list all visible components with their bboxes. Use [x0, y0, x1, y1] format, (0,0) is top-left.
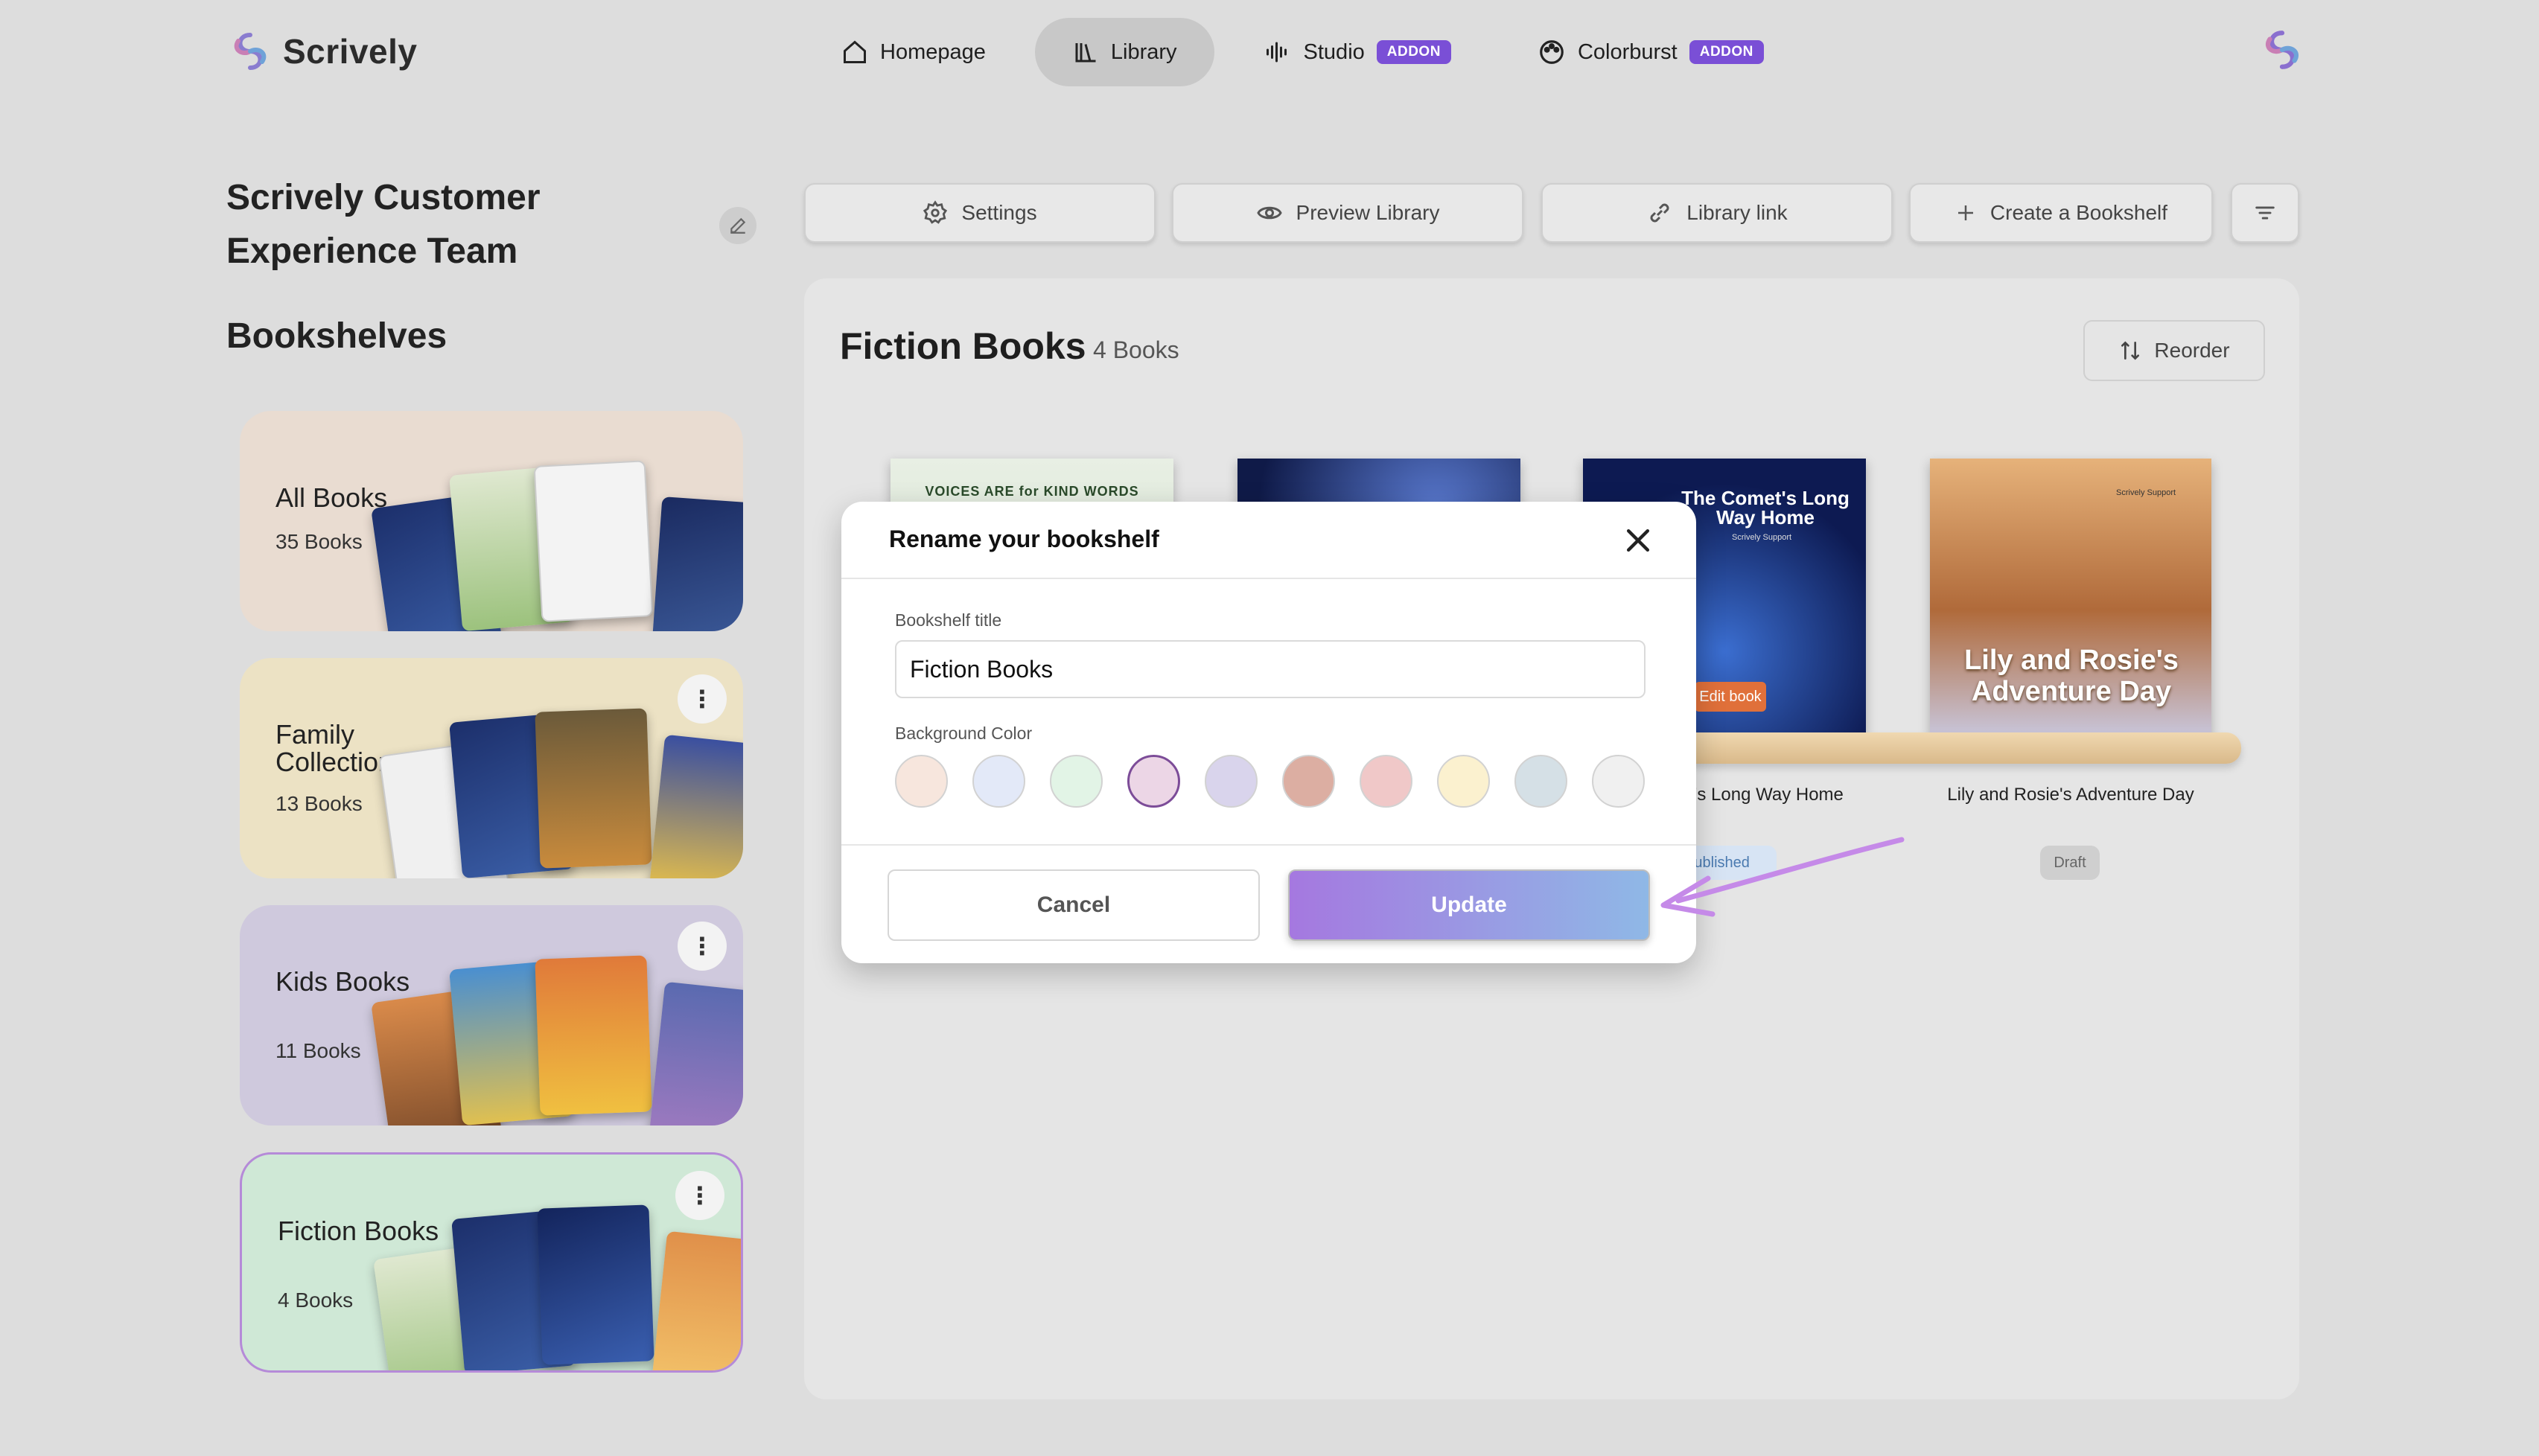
color-swatch-7[interactable]: [1360, 755, 1412, 808]
reorder-button[interactable]: Reorder: [2083, 320, 2265, 381]
color-swatch-5[interactable]: [1205, 755, 1258, 808]
plus-icon: [1957, 205, 1973, 220]
edit-book-label: Edit book: [1699, 688, 1762, 705]
app-logo[interactable]: Scrively: [228, 27, 417, 76]
book-thumbnail: [537, 1204, 654, 1365]
bookshelf-title-input[interactable]: [895, 640, 1646, 698]
status-badge-draft: Draft: [2040, 846, 2100, 880]
book-cover-title: Lily and Rosie's Adventure Day: [1964, 645, 2179, 707]
palette-icon: [1540, 40, 1564, 64]
book-cover-title: VOICES ARE for KIND WORDS: [925, 484, 1139, 499]
close-icon[interactable]: [1622, 524, 1654, 557]
book-thumbnail: [651, 1230, 741, 1370]
nav-label: Colorburst: [1577, 39, 1678, 64]
shelf-count: 4 Books: [278, 1289, 354, 1312]
color-swatch-10[interactable]: [1592, 755, 1645, 808]
color-swatch-list: [895, 755, 1645, 808]
book-thumbnail: [649, 981, 743, 1125]
shelf-count: 35 Books: [275, 530, 363, 553]
library-link-label: Library link: [1686, 201, 1788, 224]
book-title-label: Lily and Rosie's Adventure Day: [1947, 785, 2194, 805]
shelf-menu-button[interactable]: ⋮: [678, 922, 727, 971]
settings-button[interactable]: Settings: [804, 183, 1156, 243]
color-swatch-4[interactable]: [1127, 755, 1180, 808]
modal-title: Rename your bookshelf: [889, 526, 1159, 552]
book-cover-title: The Comet's Long Way Home: [1681, 487, 1850, 529]
profile-logo-button[interactable]: [2259, 27, 2305, 77]
color-swatch-6[interactable]: [1282, 755, 1335, 808]
filter-button[interactable]: [2231, 183, 2299, 243]
book-cover-lily[interactable]: Scrively Support Lily and Rosie's Advent…: [1930, 459, 2211, 734]
audio-wave-icon: [1266, 42, 1287, 63]
bookshelves-heading: Bookshelves: [226, 316, 447, 356]
addon-badge: ADDON: [1376, 40, 1451, 64]
addon-badge: ADDON: [1689, 40, 1764, 64]
annotation-arrow-icon: [1660, 837, 1905, 917]
shelf-menu-button[interactable]: ⋮: [675, 1171, 724, 1220]
scrively-logo-icon: [234, 33, 267, 70]
shelf-name: Fiction Books: [278, 1216, 439, 1246]
settings-label: Settings: [961, 201, 1037, 224]
pencil-icon: [730, 217, 746, 234]
shelf-menu-button[interactable]: ⋮: [678, 674, 727, 724]
nav-colorburst[interactable]: Colorburst ADDON: [1500, 18, 1801, 86]
create-bookshelf-button[interactable]: Create a Bookshelf: [1909, 183, 2213, 243]
edit-team-name-button[interactable]: [719, 207, 756, 244]
library-icon: [1075, 43, 1096, 63]
main-nav: Homepage Library Studio ADDON Colorburst…: [804, 18, 1801, 86]
team-name: Scrively Customer Experience Team: [226, 178, 541, 271]
update-button[interactable]: Update: [1288, 869, 1650, 941]
eye-icon: [1256, 206, 1282, 220]
book-thumbnail: [533, 460, 654, 622]
bookshelf-title-label: Bookshelf title: [895, 610, 1002, 630]
shelf-name: Kids Books: [275, 966, 410, 997]
nav-homepage[interactable]: Homepage: [804, 18, 1023, 86]
app-name: Scrively: [283, 32, 418, 71]
color-swatch-8[interactable]: [1437, 755, 1490, 808]
gear-icon: [923, 200, 948, 224]
shelf-count: 13 Books: [275, 792, 363, 815]
library-link-button[interactable]: Library link: [1541, 183, 1893, 243]
cancel-button[interactable]: Cancel: [888, 869, 1260, 941]
color-swatch-2[interactable]: [972, 755, 1025, 808]
preview-library-button[interactable]: Preview Library: [1172, 183, 1523, 243]
book-thumbnail: [651, 496, 743, 631]
link-icon: [1650, 203, 1669, 223]
shelf-card-all-books[interactable]: All Books 35 Books: [240, 411, 743, 631]
scrively-logo-icon: [2266, 31, 2299, 69]
nav-label: Studio: [1303, 39, 1365, 64]
background-color-label: Background Color: [895, 724, 1033, 743]
color-swatch-1[interactable]: [895, 755, 948, 808]
book-cover-author: Scrively Support: [2116, 488, 2176, 497]
create-bookshelf-label: Create a Bookshelf: [1990, 201, 2168, 224]
shelf-title: Fiction Books: [840, 325, 1086, 367]
edit-book-chip[interactable]: Edit book: [1695, 682, 1766, 712]
sort-arrows-icon: [2121, 341, 2140, 360]
color-swatch-3[interactable]: [1050, 755, 1103, 808]
shelf-count: 11 Books: [275, 1039, 361, 1062]
nav-studio[interactable]: Studio ADDON: [1226, 18, 1488, 86]
book-thumbnail: [649, 734, 743, 878]
modal-divider: [841, 844, 1696, 846]
modal-header: Rename your bookshelf: [841, 502, 1696, 579]
shelf-card-family-collection[interactable]: Family Collection 13 Books ⋮: [240, 658, 743, 878]
nav-label: Homepage: [880, 39, 986, 64]
nav-library[interactable]: Library: [1034, 18, 1214, 86]
rename-bookshelf-modal: Rename your bookshelf Bookshelf title Ba…: [841, 502, 1696, 963]
preview-label: Preview Library: [1296, 201, 1440, 224]
color-swatch-9[interactable]: [1514, 755, 1567, 808]
book-cover-author: Scrively Support: [1732, 533, 1792, 542]
shelf-card-fiction-books[interactable]: Fiction Books 4 Books ⋮: [240, 1152, 743, 1373]
reorder-label: Reorder: [2154, 339, 2230, 362]
book-thumbnail: [535, 708, 652, 869]
book-thumbnail: [535, 955, 652, 1116]
nav-label: Library: [1110, 39, 1177, 64]
home-icon: [844, 40, 866, 63]
shelf-book-count: 4 Books: [1093, 336, 1179, 363]
filter-icon: [2255, 206, 2275, 220]
shelf-card-kids-books[interactable]: Kids Books 11 Books ⋮: [240, 905, 743, 1125]
